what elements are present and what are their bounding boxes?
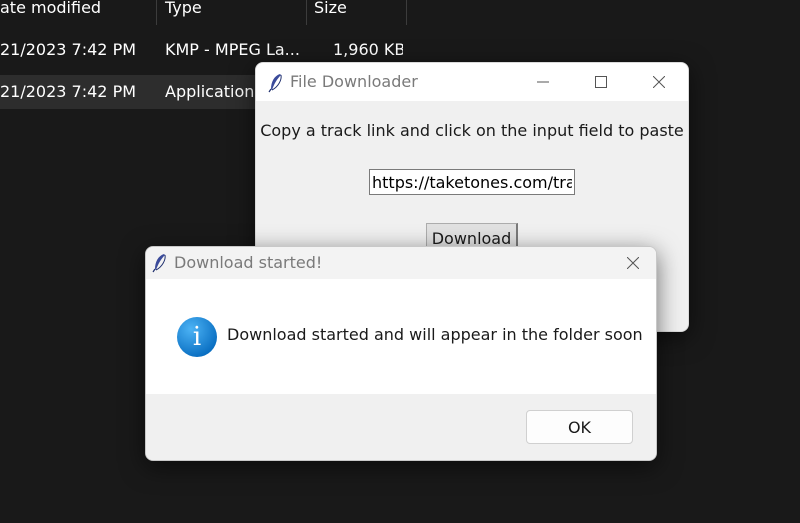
window-title: File Downloader [290,72,418,91]
column-header-size[interactable]: Size [314,0,347,26]
maximize-icon [595,76,607,88]
close-button[interactable] [631,63,687,101]
feather-icon [268,74,282,93]
download-started-dialog: Download started! i Download started and… [145,246,657,461]
column-divider[interactable] [306,0,307,25]
info-icon: i [177,317,217,357]
column-divider[interactable] [406,0,407,25]
track-url-input[interactable] [369,169,575,195]
close-icon [627,257,639,269]
close-icon [653,76,665,88]
column-header-date-modified[interactable]: ate modified [0,0,101,26]
file-date: 21/2023 7:42 PM [0,82,137,101]
download-started-titlebar[interactable]: Download started! [146,247,656,279]
minimize-button[interactable] [515,63,571,101]
column-header-row: ate modified Type Size [0,0,410,26]
dialog-title: Download started! [174,253,323,272]
button-area: OK [146,394,656,460]
minimize-icon [537,81,549,83]
message-area: i Download started and will appear in th… [146,279,656,394]
ok-button[interactable]: OK [526,410,633,444]
instruction-text: Copy a track link and click on the input… [260,121,684,140]
column-header-type[interactable]: Type [165,0,202,26]
feather-icon [152,254,166,273]
file-downloader-titlebar[interactable]: File Downloader [256,63,688,101]
column-divider[interactable] [156,0,157,25]
message-text: Download started and will appear in the … [227,325,643,344]
file-date: 21/2023 7:42 PM [0,40,137,59]
close-button[interactable] [610,247,656,279]
maximize-button[interactable] [573,63,629,101]
